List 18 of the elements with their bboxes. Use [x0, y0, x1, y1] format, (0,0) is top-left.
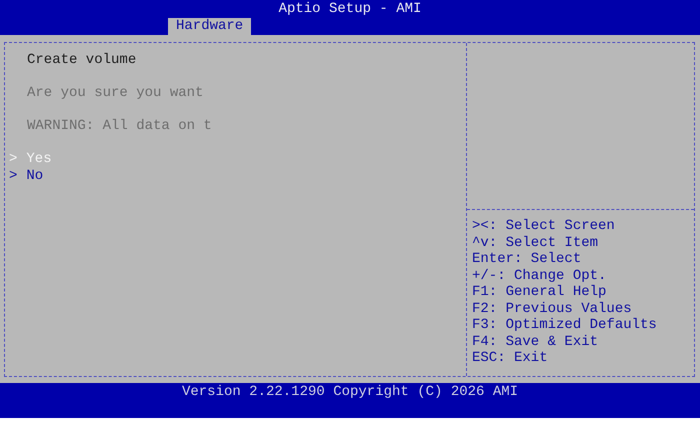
key-help-text: Enter: Select: [472, 251, 582, 268]
dialog-text: Are you sure you want: [26, 85, 204, 102]
key-help-text: +/-: Change Opt.: [472, 268, 608, 284]
key-help-text: ESC: Exit: [472, 350, 549, 366]
pointer-marker: >: [9, 151, 18, 168]
window-title: Aptio Setup - AMI: [278, 0, 422, 18]
key-help-text: F2: Previous Values: [472, 300, 633, 317]
key-help-text: ^v: Select Item: [472, 234, 600, 251]
key-help-text: F3: Optimized Defaults: [472, 317, 658, 334]
key-help-text: F1: General Help: [472, 284, 608, 300]
tab[interactable]: Hardware: [168, 18, 252, 35]
version-text: Version 2.22.1290 Copyright (C) 2026 AMI: [182, 384, 518, 401]
dialog-title: Create volume: [26, 52, 138, 68]
pointer-marker: >: [9, 168, 18, 184]
key-help-text: ><: Select Screen: [472, 218, 616, 234]
key-help-text: F4: Save & Exit: [472, 334, 600, 350]
dialog-text: WARNING: All data on t: [26, 118, 213, 134]
menu-option[interactable]: No: [26, 168, 44, 184]
